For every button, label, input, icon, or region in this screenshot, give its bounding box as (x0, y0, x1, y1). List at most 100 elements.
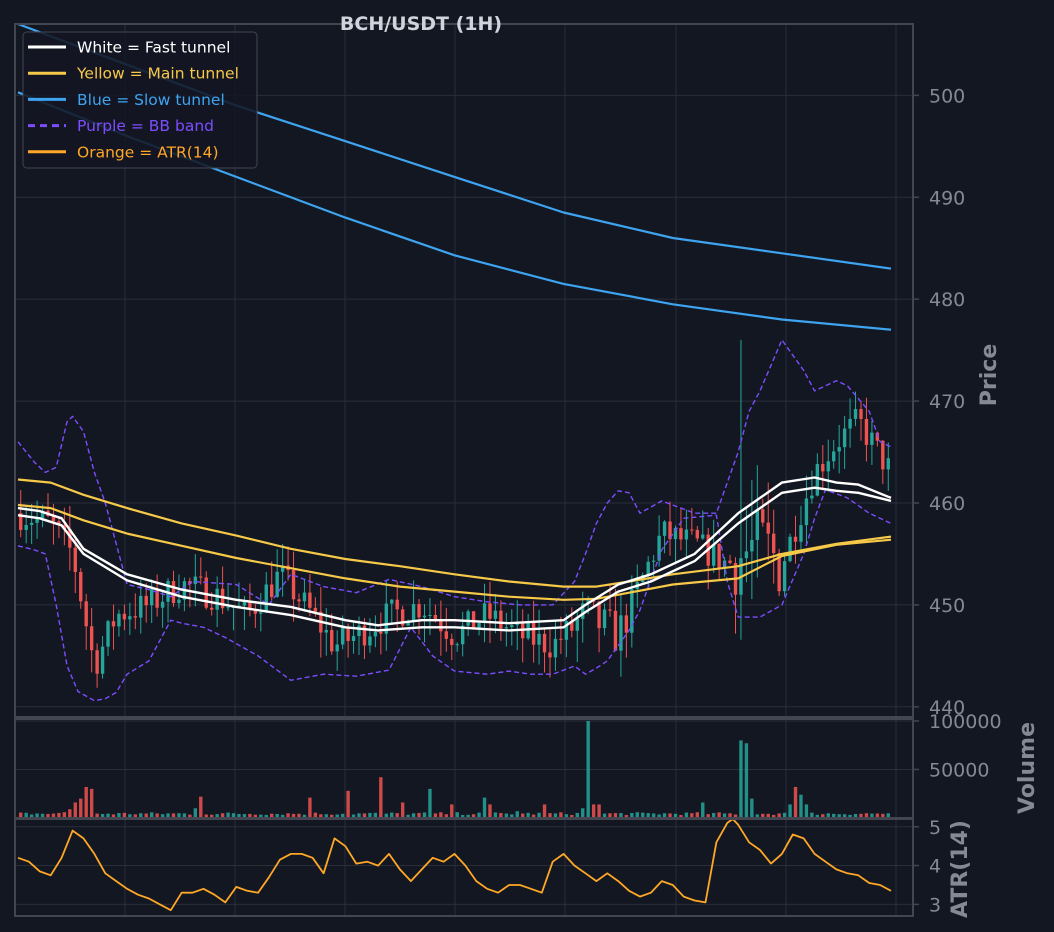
candle-body (651, 560, 656, 562)
chart-canvas: 44045046047048049050050000100000345 BCH/… (0, 0, 1054, 932)
candle-body (330, 629, 334, 652)
candle-body (837, 447, 841, 452)
candle-body (444, 631, 449, 639)
candle-body (373, 631, 378, 637)
candle-body (29, 522, 34, 525)
candle-body (199, 576, 203, 578)
candle-body (144, 595, 148, 606)
candle-body (297, 599, 301, 602)
price-tick-label: 450 (929, 595, 965, 617)
candle-body (422, 615, 427, 618)
candle-body (450, 638, 454, 645)
candle-body (324, 629, 328, 633)
volume-bar (788, 804, 792, 818)
candle-body (106, 621, 110, 647)
candle-body (368, 636, 372, 646)
candle-body (695, 529, 699, 539)
candle-body (864, 418, 869, 445)
volume-bar (450, 804, 454, 818)
candle-body (493, 610, 498, 619)
volume-bar (744, 743, 749, 818)
legend: White = Fast tunnel Yellow = Main tunnel B… (22, 31, 258, 169)
volume-bar (379, 777, 383, 818)
atr-tick-label: 3 (929, 894, 941, 916)
volume-bar (542, 804, 547, 818)
candle-body (548, 652, 552, 658)
volume-bar (428, 788, 432, 818)
candle-body (84, 601, 88, 627)
price-axis-label: Price (977, 344, 1002, 406)
candle-body (761, 509, 765, 523)
candle-body (117, 613, 121, 627)
candle-body (24, 524, 28, 530)
candle-body (810, 495, 814, 499)
candle-body (411, 604, 416, 622)
volume-bar (701, 802, 705, 818)
candle-body (630, 589, 634, 633)
candle-body (646, 561, 650, 576)
candle-body (73, 547, 77, 573)
candle-body (799, 525, 803, 542)
volume-bar (515, 811, 519, 818)
candle-body (395, 599, 399, 610)
candle-body (859, 409, 863, 419)
candle-body (815, 464, 820, 496)
candle-body (428, 615, 432, 617)
volume-bar (308, 797, 312, 818)
volume-bar (488, 804, 492, 818)
candle-body (804, 498, 809, 526)
candle-body (771, 533, 776, 553)
candle-body (351, 636, 356, 641)
candle-body (379, 631, 383, 634)
candle-body (728, 560, 732, 564)
candle-body (821, 464, 825, 472)
candle-body (160, 601, 165, 608)
candle-body (100, 646, 105, 674)
candle-body (264, 584, 268, 613)
candle-body (171, 581, 176, 604)
legend-label: Purple = BB band (77, 117, 214, 135)
atr-tick-label: 5 (929, 817, 941, 839)
volume-bar (73, 802, 77, 818)
candle-body (531, 622, 536, 645)
volume-axis-label: Volume (1015, 722, 1040, 814)
candle-body (133, 616, 138, 618)
candle-body (149, 589, 154, 606)
candle-body (275, 571, 279, 597)
volume-bar (346, 790, 350, 818)
volume-bar (804, 804, 809, 818)
price-tick-label: 480 (929, 289, 965, 311)
candle-body (542, 633, 547, 653)
candle-body (193, 576, 198, 585)
candle-body (853, 409, 858, 419)
candle-body (215, 588, 219, 610)
candle-body (259, 612, 263, 614)
candle-body (89, 626, 94, 651)
candle-body (575, 618, 579, 631)
candle-body (684, 529, 689, 540)
volume-bar (750, 798, 754, 818)
candle-body (559, 638, 563, 640)
volume-bar (400, 802, 405, 818)
candle-body (499, 610, 503, 629)
volume-bar (84, 786, 88, 818)
legend-label: White = Fast tunnel (77, 39, 230, 57)
candle-body (455, 644, 459, 646)
candle-body (226, 607, 230, 609)
candle-body (755, 509, 760, 540)
candle-body (842, 428, 847, 448)
candle-body (750, 539, 754, 552)
candle-body (357, 625, 361, 637)
candle-body (788, 536, 792, 562)
candle-body (782, 561, 787, 592)
volume-bar (89, 788, 94, 818)
candle-body (679, 528, 683, 540)
candle-body (744, 551, 749, 559)
candle-body (662, 521, 667, 536)
candle-body (766, 522, 770, 534)
price-tick-label: 470 (929, 391, 965, 413)
legend-label: Yellow = Main tunnel (76, 65, 239, 83)
atr-tick-label: 4 (929, 856, 941, 878)
volume-bar (199, 796, 203, 818)
volume-bar (739, 740, 743, 818)
